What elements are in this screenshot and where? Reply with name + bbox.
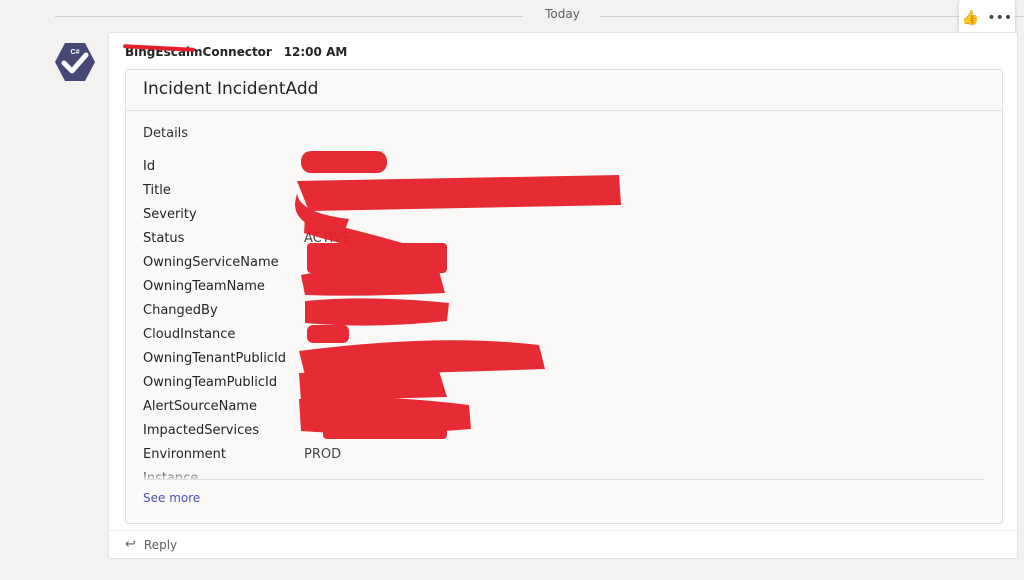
redaction-tenant [299, 340, 545, 375]
redaction-cloud [307, 325, 349, 343]
more-options-icon[interactable]: ••• [987, 10, 1012, 26]
redaction-service [307, 243, 447, 273]
redaction-title [297, 175, 621, 211]
redaction-teamid [299, 371, 447, 401]
date-divider-label: Today [545, 7, 580, 21]
message-actions: 👍 ••• [959, 0, 1015, 35]
redaction-overlay [294, 151, 621, 439]
message-bubble: BingEscalmConnector 12:00 AM Incident In… [108, 32, 1018, 559]
redaction-id [301, 151, 387, 173]
reply-label[interactable]: Reply [144, 538, 177, 552]
svg-text:C#: C# [71, 49, 80, 56]
date-divider: Today [55, 6, 1024, 26]
redaction-impacted [323, 425, 447, 439]
redaction-team [301, 268, 445, 296]
redaction-changedby [305, 298, 449, 326]
divider-line-left [55, 16, 523, 17]
reply-arrow-icon: ↩ [125, 537, 136, 552]
like-icon[interactable]: 👍 [962, 10, 979, 26]
bot-avatar[interactable]: C# [53, 40, 97, 84]
reply-bar[interactable]: ↩ Reply [109, 530, 1017, 558]
